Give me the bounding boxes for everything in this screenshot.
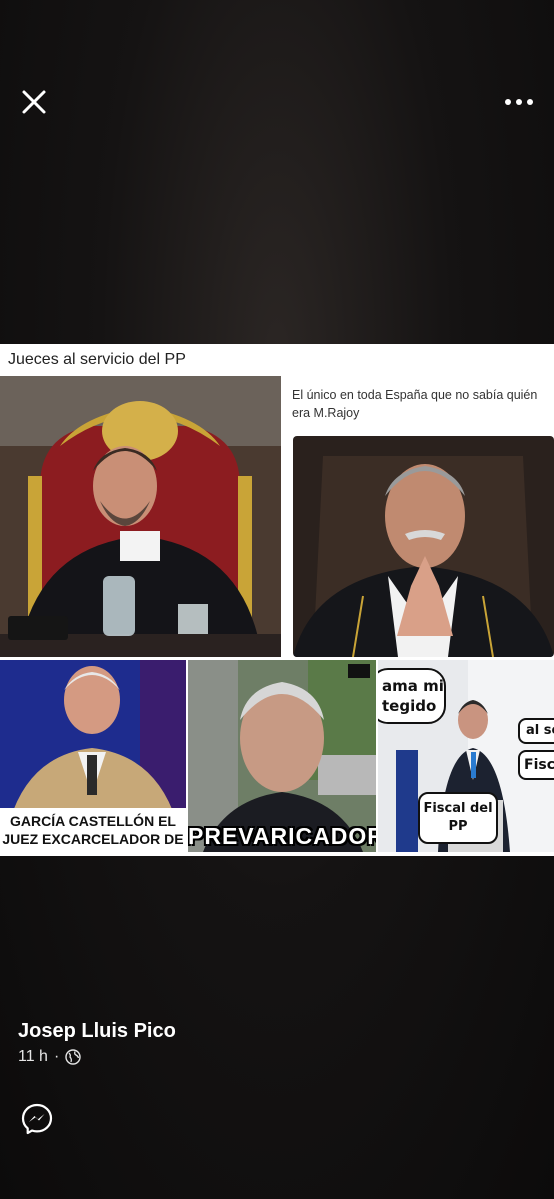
speech-bubble-2: Fiscal del PP (418, 792, 498, 844)
close-icon[interactable] (18, 86, 50, 118)
banner-line-1: GARCÍA CASTELLÓN EL (10, 813, 176, 829)
author-name[interactable]: Josep Lluis Pico (18, 1020, 176, 1043)
speech-bubble-3: al se (518, 718, 554, 744)
banner-line-2: JUEZ EXCARCELADOR DE (2, 831, 184, 847)
more-options-icon[interactable] (502, 88, 536, 116)
judge-praying-photo (293, 436, 554, 657)
globe-icon (65, 1049, 81, 1065)
judge-throne-photo (0, 376, 281, 657)
photo-panel-garcia-castellon: GARCÍA CASTELLÓN EL JUEZ EXCARCELADOR DE (0, 660, 186, 852)
post-meta: 11 h · (18, 1048, 81, 1066)
messenger-icon[interactable] (20, 1102, 54, 1136)
photo-panel-quote: El único en toda España que no sabía qui… (285, 376, 554, 657)
viewer-top-bar (0, 0, 554, 200)
image-caption-bar: Jueces al servicio del PP (0, 344, 554, 376)
photo-panel-prevaricador: PREVARICADOR (188, 660, 376, 852)
speech-bubble-4: Fisca (518, 750, 554, 780)
speech-bubble-1: ama mi tegido (378, 668, 446, 724)
photo-panel-judge-throne (0, 376, 281, 657)
photo-panel-fiscal: ama mi tegido Fiscal del PP al se Fisca (378, 660, 554, 852)
meta-separator: · (53, 1048, 60, 1065)
panel-quote-text: El único en toda España que no sabía qui… (292, 388, 538, 420)
post-image[interactable]: Jueces al servicio del PP El único en to… (0, 344, 554, 856)
prevaricador-banner: PREVARICADOR (188, 823, 376, 849)
image-caption: Jueces al servicio del PP (8, 351, 186, 368)
post-time[interactable]: 11 h (18, 1048, 48, 1066)
garcia-castellon-banner: GARCÍA CASTELLÓN EL JUEZ EXCARCELADOR DE (0, 808, 186, 852)
